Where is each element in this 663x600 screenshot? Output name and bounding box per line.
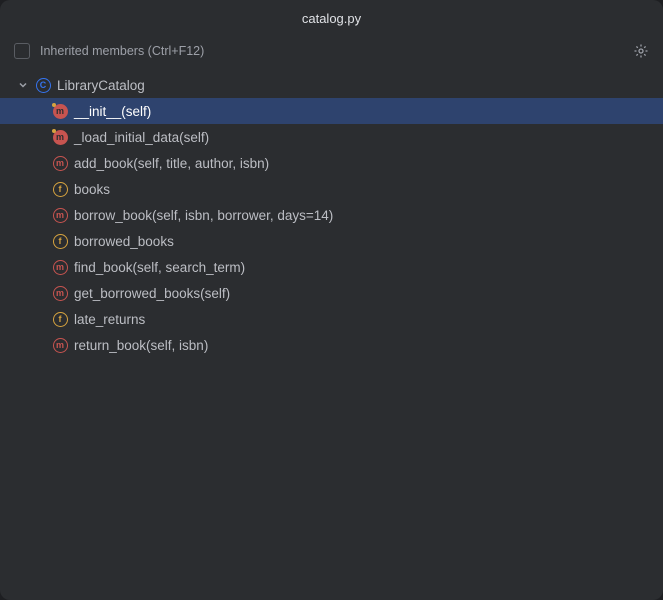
method-icon: m bbox=[52, 103, 68, 119]
member-label: add_book(self, title, author, isbn) bbox=[74, 156, 269, 171]
tree-member-row[interactable]: m get_borrowed_books(self) bbox=[0, 280, 663, 306]
member-label: __init__(self) bbox=[74, 104, 151, 119]
chevron-down-icon[interactable] bbox=[17, 79, 29, 91]
tree-member-row[interactable]: m return_book(self, isbn) bbox=[0, 332, 663, 358]
member-label: find_book(self, search_term) bbox=[74, 260, 245, 275]
method-icon: m bbox=[52, 155, 68, 171]
tree-member-row[interactable]: fbooks bbox=[0, 176, 663, 202]
method-icon: m bbox=[52, 129, 68, 145]
structure-tree: C LibraryCatalog m__init__(self)m_load_i… bbox=[0, 66, 663, 600]
class-icon: C bbox=[35, 77, 51, 93]
tree-member-row[interactable]: m find_book(self, search_term) bbox=[0, 254, 663, 280]
member-label: borrow_book(self, isbn, borrower, days=1… bbox=[74, 208, 333, 223]
member-label: books bbox=[74, 182, 110, 197]
method-icon: m bbox=[52, 285, 68, 301]
inherited-label: Inherited members (Ctrl+F12) bbox=[40, 44, 204, 58]
field-icon: f bbox=[52, 311, 68, 327]
member-label: borrowed_books bbox=[74, 234, 174, 249]
file-title: catalog.py bbox=[302, 11, 361, 26]
field-icon: f bbox=[52, 181, 68, 197]
member-label: _load_initial_data(self) bbox=[74, 130, 209, 145]
tree-member-row[interactable]: m __init__(self) bbox=[0, 98, 663, 124]
tree-member-row[interactable]: m add_book(self, title, author, isbn) bbox=[0, 150, 663, 176]
gear-icon[interactable] bbox=[633, 43, 649, 59]
inherited-checkbox[interactable] bbox=[14, 43, 30, 59]
tree-member-row[interactable]: m _load_initial_data(self) bbox=[0, 124, 663, 150]
member-label: return_book(self, isbn) bbox=[74, 338, 208, 353]
field-icon: f bbox=[52, 233, 68, 249]
class-label: LibraryCatalog bbox=[57, 78, 145, 93]
toolbar-left: Inherited members (Ctrl+F12) bbox=[14, 43, 204, 59]
toolbar: Inherited members (Ctrl+F12) bbox=[0, 36, 663, 66]
members-list: m__init__(self)m_load_initial_data(self)… bbox=[0, 98, 663, 358]
titlebar: catalog.py bbox=[0, 0, 663, 36]
tree-member-row[interactable]: f late_returns bbox=[0, 306, 663, 332]
tree-member-row[interactable]: m borrow_book(self, isbn, borrower, days=… bbox=[0, 202, 663, 228]
structure-popup: catalog.py Inherited members (Ctrl+F12) … bbox=[0, 0, 663, 600]
member-label: late_returns bbox=[74, 312, 145, 327]
method-icon: m bbox=[52, 207, 68, 223]
method-icon: m bbox=[52, 337, 68, 353]
tree-root-row[interactable]: C LibraryCatalog bbox=[0, 72, 663, 98]
tree-member-row[interactable]: f borrowed_books bbox=[0, 228, 663, 254]
method-icon: m bbox=[52, 259, 68, 275]
member-label: get_borrowed_books(self) bbox=[74, 286, 230, 301]
